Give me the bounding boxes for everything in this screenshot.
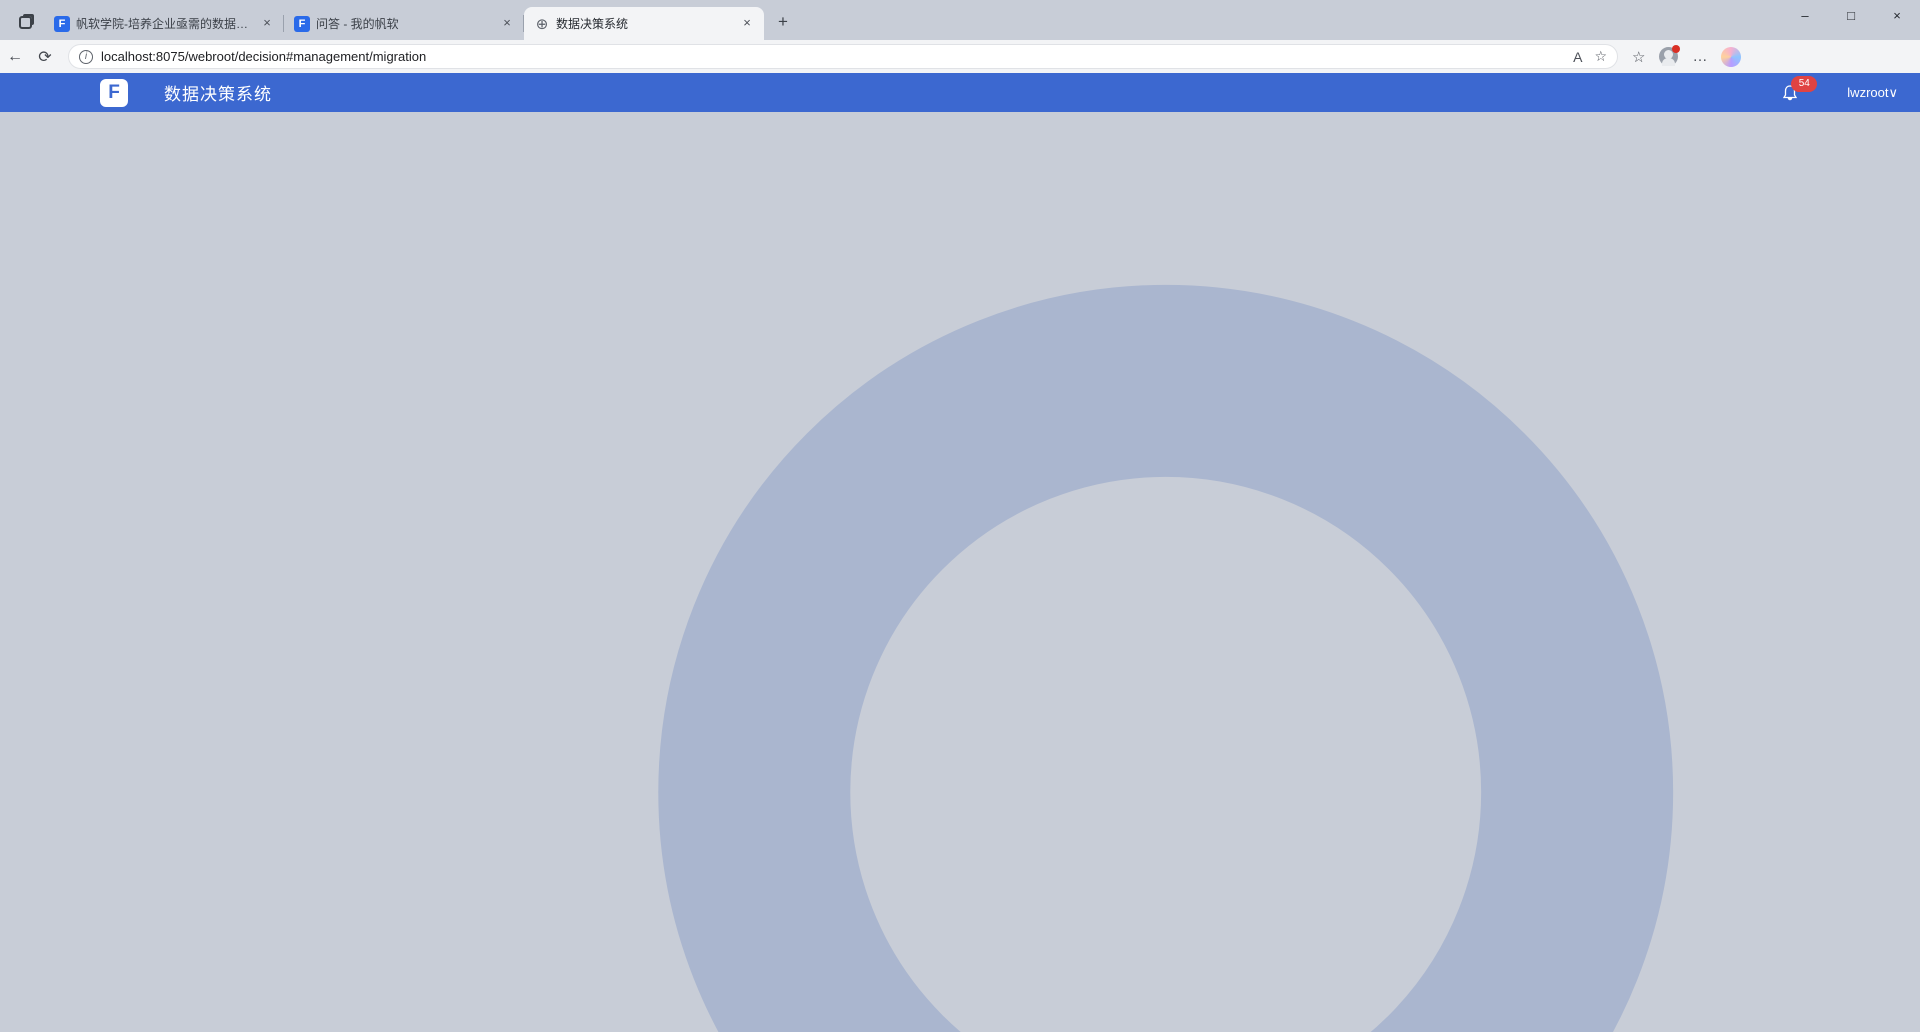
tab-title: 帆软学院-培养企业亟需的数据人才 xyxy=(76,17,252,31)
app-header: F 数据决策系统 54 lwzroot ∨ xyxy=(0,73,1920,112)
refresh-button[interactable]: ⟳ xyxy=(30,47,60,67)
site-info-icon[interactable]: i xyxy=(79,49,93,64)
read-aloud-icon[interactable]: A xyxy=(1573,49,1582,65)
tab-close-icon[interactable]: × xyxy=(738,15,756,33)
close-button[interactable]: × xyxy=(1874,0,1920,34)
browser-menu-icon[interactable]: … xyxy=(1692,48,1707,65)
favorites-bar-icon[interactable]: ☆ xyxy=(1632,48,1645,66)
copilot-icon[interactable] xyxy=(1721,46,1742,67)
maximize-button[interactable]: □ xyxy=(1828,0,1874,34)
user-menu[interactable]: lwzroot ∨ xyxy=(1825,82,1898,104)
tab-favicon-icon: ⊕ xyxy=(535,15,549,33)
fanruan-logo-icon: F xyxy=(100,78,128,107)
browser-tab[interactable]: ⊕ 数据决策系统 × xyxy=(524,7,764,40)
screen: F 帆软学院-培养企业亟需的数据人才 × F 问答 - 我的帆软 × ⊕ 数据决… xyxy=(0,0,1920,1032)
user-avatar-icon xyxy=(1825,82,1847,104)
tab-title: 数据决策系统 xyxy=(556,17,629,31)
tab-close-icon[interactable]: × xyxy=(258,15,276,33)
minimize-button[interactable]: – xyxy=(1782,0,1828,34)
window-controls: – □ × xyxy=(1782,0,1920,34)
chevron-down-icon: ∨ xyxy=(1888,84,1898,100)
pin-icon[interactable] xyxy=(0,38,1920,1032)
notification-badge: 54 xyxy=(1791,75,1818,92)
admin-sidebar: ◉ 权限管理 ◪ 外观配置 ⚙ 系统管理 ◷ xyxy=(0,38,1920,1032)
tab-close-icon[interactable]: × xyxy=(498,15,516,33)
tab-title: 问答 - 我的帆软 xyxy=(316,17,399,31)
tab-favicon-icon: F xyxy=(54,15,70,32)
browser-tab[interactable]: F 帆软学院-培养企业亟需的数据人才 × xyxy=(44,7,284,40)
profile-alert-dot xyxy=(1672,45,1681,53)
back-button[interactable]: ← xyxy=(0,48,30,66)
tab-overview-icon xyxy=(18,15,32,29)
browser-tab[interactable]: F 问答 - 我的帆软 × xyxy=(284,7,524,40)
username: lwzroot xyxy=(1847,85,1889,100)
bookmark-star-icon[interactable]: ☆ xyxy=(1594,48,1607,65)
browser-toolbar: ← ⟳ i localhost:8075/webroot/decision#ma… xyxy=(0,40,1920,73)
browser-tab-bar: F 帆软学院-培养企业亟需的数据人才 × F 问答 - 我的帆软 × ⊕ 数据决… xyxy=(0,0,1920,40)
url-text[interactable]: localhost:8075/webroot/decision#manageme… xyxy=(101,49,1561,64)
browser-profile-avatar[interactable] xyxy=(1659,45,1681,66)
new-tab-button[interactable]: + xyxy=(770,10,796,36)
app-title: 数据决策系统 xyxy=(164,85,272,104)
tab-favicon-icon: F xyxy=(294,15,310,32)
notification-bell-icon[interactable]: 54 xyxy=(1781,75,1818,102)
address-bar[interactable]: i localhost:8075/webroot/decision#manage… xyxy=(68,44,1618,69)
tab-overview-button[interactable] xyxy=(10,9,40,35)
